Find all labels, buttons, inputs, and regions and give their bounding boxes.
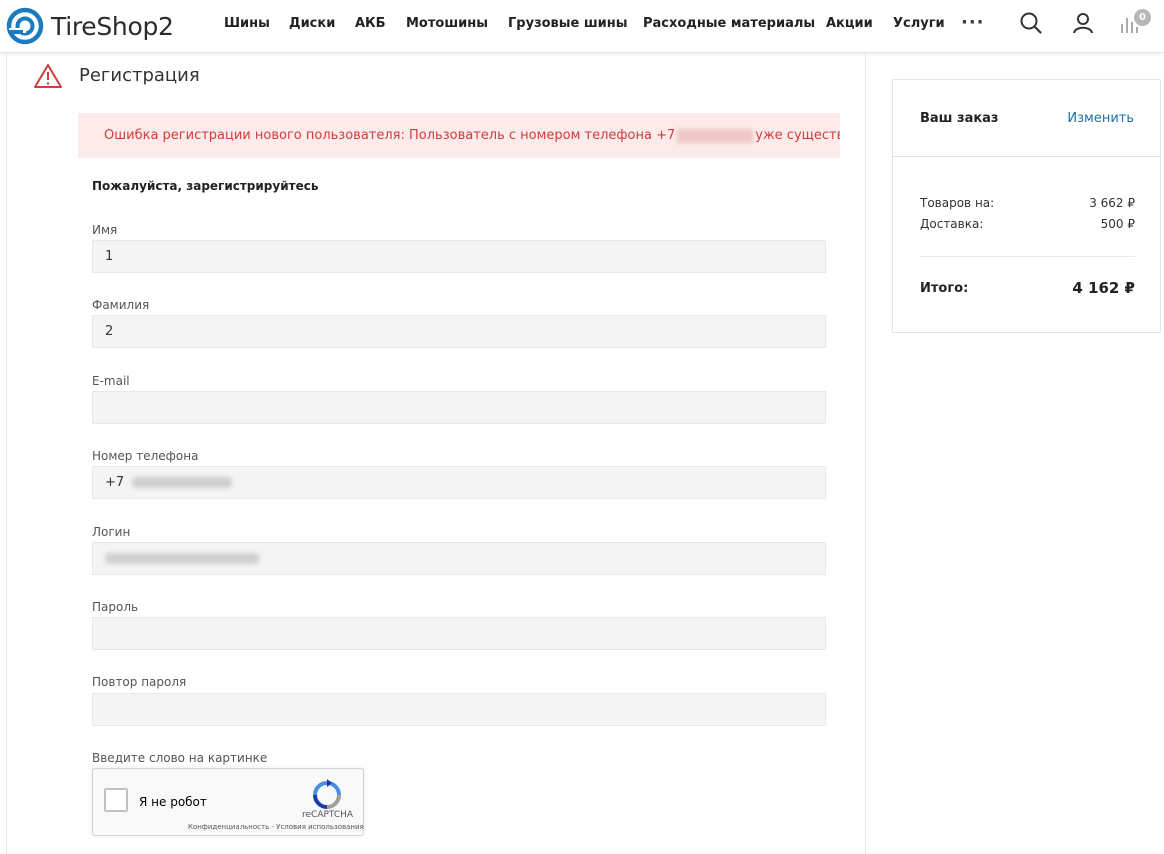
site-header: TireShop2 Шины Диски АКБ Мотошины Грузов… <box>0 0 1164 53</box>
surname-label: Фамилия <box>92 298 150 312</box>
nav-item-services[interactable]: Услуги <box>893 16 945 31</box>
nav-item-tires[interactable]: Шины <box>224 16 270 31</box>
recaptcha-brand: reCAPTCHA <box>302 810 354 820</box>
logo-mark-icon <box>6 7 44 45</box>
password-field[interactable] <box>92 617 826 650</box>
recaptcha-logo-icon <box>313 779 341 809</box>
total-label: Итого: <box>920 281 969 296</box>
goods-row: Товаров на: 3 662 ₽ <box>920 196 1135 210</box>
surname-field[interactable]: 2 <box>92 315 826 348</box>
alert-text-prefix: Ошибка регистрации нового пользователя: … <box>104 128 676 143</box>
registration-panel: Регистрация Ошибка регистрации нового по… <box>6 53 866 854</box>
recaptcha-label: Я не робот <box>139 795 207 809</box>
form-heading: Пожалуйста, зарегистрируйтесь <box>92 179 319 193</box>
user-icon[interactable] <box>1071 11 1095 35</box>
nav-item-batteries[interactable]: АКБ <box>355 16 386 31</box>
search-icon[interactable] <box>1019 11 1043 35</box>
goods-label: Товаров на: <box>920 196 995 210</box>
total-row: Итого: 4 162 ₽ <box>920 279 1135 297</box>
logo[interactable]: TireShop2 <box>6 6 174 46</box>
password-label: Пароль <box>92 600 139 614</box>
email-label: E-mail <box>92 374 130 388</box>
password-repeat-label: Повтор пароля <box>92 675 187 689</box>
alert-text-suffix: уже существует. <box>755 128 840 143</box>
captcha-label: Введите слово на картинке <box>92 751 268 765</box>
order-title: Ваш заказ <box>920 111 999 126</box>
recaptcha-widget: Я не робот reCAPTCHA Конфиденциальность … <box>92 768 364 836</box>
warning-icon <box>34 64 62 88</box>
order-summary: Ваш заказ Изменить Товаров на: 3 662 ₽ Д… <box>892 79 1161 333</box>
goods-value: 3 662 ₽ <box>1089 196 1135 210</box>
total-value: 4 162 ₽ <box>1072 279 1135 297</box>
nav-item-moto-tires[interactable]: Мотошины <box>406 16 488 31</box>
phone-field[interactable]: +7 <box>92 466 826 499</box>
cart-count-badge: 0 <box>1134 9 1151 26</box>
order-edit-link[interactable]: Изменить <box>1067 111 1134 126</box>
delivery-label: Доставка: <box>920 217 984 231</box>
name-label: Имя <box>92 223 118 237</box>
password-repeat-field[interactable] <box>92 693 826 726</box>
divider <box>893 156 1160 157</box>
login-field[interactable] <box>92 542 826 575</box>
nav-item-truck-tires[interactable]: Грузовые шины <box>508 16 628 31</box>
delivery-row: Доставка: 500 ₽ <box>920 217 1135 231</box>
page-title: Регистрация <box>79 65 200 86</box>
nav-item-wheels[interactable]: Диски <box>289 16 335 31</box>
phone-label: Номер телефона <box>92 449 199 463</box>
redacted-login-value <box>105 553 259 564</box>
phone-prefix: +7 <box>105 475 125 490</box>
divider <box>920 256 1135 257</box>
name-field[interactable]: 1 <box>92 240 826 273</box>
email-field[interactable] <box>92 391 826 424</box>
delivery-value: 500 ₽ <box>1100 217 1135 231</box>
nav-item-consumables[interactable]: Расходные материалы <box>643 16 815 31</box>
recaptcha-checkbox[interactable] <box>104 788 128 812</box>
logo-text: TireShop2 <box>51 11 174 41</box>
nav-item-promotions[interactable]: Акции <box>826 16 873 31</box>
nav-more-button[interactable]: ··· <box>961 12 985 33</box>
redacted-phone-value <box>132 477 233 488</box>
error-alert: Ошибка регистрации нового пользователя: … <box>78 113 840 158</box>
recaptcha-links[interactable]: Конфиденциальность - Условия использован… <box>188 823 364 831</box>
login-label: Логин <box>92 525 131 539</box>
redacted-phone <box>677 128 754 143</box>
